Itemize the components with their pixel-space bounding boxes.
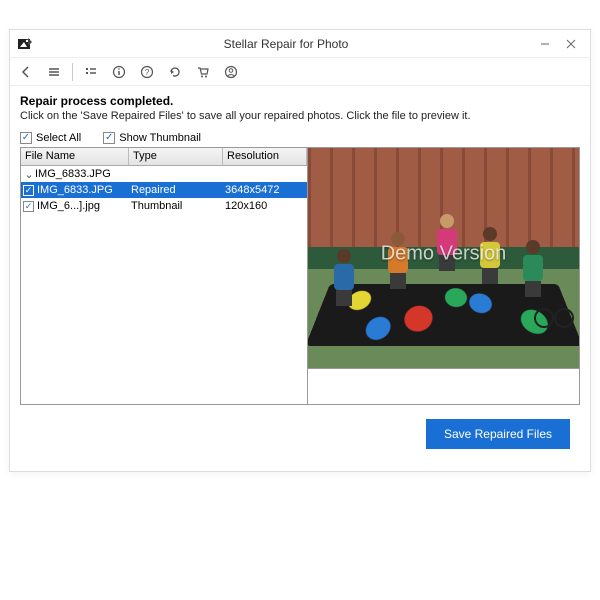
select-all-checkbox[interactable]: Select All — [20, 132, 81, 144]
show-thumbnail-label: Show Thumbnail — [119, 132, 201, 144]
footer: Save Repaired Files — [20, 405, 580, 449]
back-button[interactable] — [16, 62, 36, 82]
photo-bicycle — [534, 302, 574, 328]
file-table: File Name Type Resolution ⌄ IMG_6833.JPG… — [21, 148, 308, 404]
expand-icon[interactable]: ⌄ — [23, 168, 35, 181]
cart-icon[interactable] — [193, 62, 213, 82]
row-filename: IMG_6833.JPG — [37, 184, 113, 196]
close-button[interactable] — [558, 33, 584, 55]
preview-footer-strip — [308, 368, 579, 404]
help-icon[interactable]: ? — [137, 62, 157, 82]
table-row[interactable]: IMG_6...].jpg Thumbnail 120x160 — [21, 198, 307, 214]
user-icon[interactable] — [221, 62, 241, 82]
row-type: Thumbnail — [131, 200, 225, 212]
row-type: Repaired — [131, 184, 225, 196]
table-row[interactable]: IMG_6833.JPG Repaired 3648x5472 — [21, 182, 307, 198]
save-repaired-files-button[interactable]: Save Repaired Files — [426, 419, 570, 449]
photo-figure — [330, 249, 358, 305]
checkbox-icon — [103, 132, 115, 144]
row-checkbox[interactable] — [23, 201, 34, 212]
svg-text:?: ? — [145, 68, 150, 77]
header-filename[interactable]: File Name — [21, 148, 129, 165]
preview-image[interactable]: Demo Version — [308, 148, 579, 368]
row-resolution: 120x160 — [225, 200, 307, 212]
show-thumbnail-checkbox[interactable]: Show Thumbnail — [103, 132, 201, 144]
titlebar: Stellar Repair for Photo — [10, 30, 590, 58]
menu-icon[interactable] — [44, 62, 64, 82]
parent-name: IMG_6833.JPG — [35, 168, 111, 180]
preview-panel: Demo Version — [308, 148, 579, 404]
watermark-text: Demo Version — [381, 242, 507, 265]
page-heading: Repair process completed. — [20, 94, 580, 108]
row-filename: IMG_6...].jpg — [37, 200, 100, 212]
page-subtext: Click on the 'Save Repaired Files' to sa… — [20, 110, 580, 122]
options-row: Select All Show Thumbnail — [20, 132, 580, 144]
refresh-icon[interactable] — [165, 62, 185, 82]
toolbar-separator — [72, 63, 73, 81]
row-resolution: 3648x5472 — [225, 184, 307, 196]
toolbar: ? — [10, 58, 590, 86]
photo-figure — [519, 240, 547, 296]
header-type[interactable]: Type — [129, 148, 223, 165]
table-row-parent[interactable]: ⌄ IMG_6833.JPG — [21, 166, 307, 182]
app-logo-icon — [16, 35, 34, 53]
content-area: Repair process completed. Click on the '… — [10, 86, 590, 449]
table-body: ⌄ IMG_6833.JPG IMG_6833.JPG Repaired 364… — [21, 166, 307, 214]
info-icon[interactable] — [109, 62, 129, 82]
app-window: Stellar Repair for Photo ? — [9, 29, 591, 472]
row-checkbox[interactable] — [23, 185, 34, 196]
checkbox-icon — [20, 132, 32, 144]
header-resolution[interactable]: Resolution — [223, 148, 307, 165]
main-panel: File Name Type Resolution ⌄ IMG_6833.JPG… — [20, 147, 580, 405]
window-title: Stellar Repair for Photo — [40, 37, 532, 51]
table-header: File Name Type Resolution — [21, 148, 307, 166]
select-all-label: Select All — [36, 132, 81, 144]
minimize-button[interactable] — [532, 33, 558, 55]
list-icon[interactable] — [81, 62, 101, 82]
